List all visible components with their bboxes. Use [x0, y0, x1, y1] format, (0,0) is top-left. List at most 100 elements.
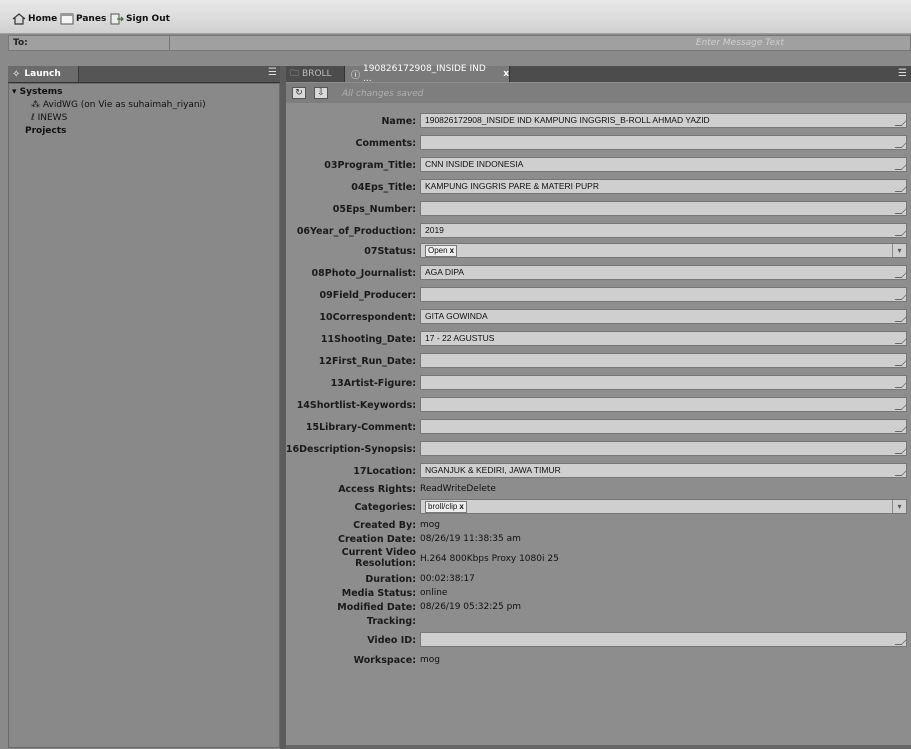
year-field[interactable]: 2019 — [420, 223, 907, 238]
creation-date-value: 08/26/19 11:38:35 am — [420, 534, 521, 544]
launch-panel-header: ✧ Launch ☰ — [8, 66, 280, 83]
close-tab-icon[interactable]: x — [503, 69, 509, 79]
comments-field[interactable] — [420, 135, 907, 150]
detail-menu-icon[interactable]: ☰ — [898, 68, 907, 79]
media-status-value: online — [420, 588, 448, 598]
video-resolution-label-line1: Current Video — [341, 547, 416, 558]
description-field[interactable] — [420, 441, 907, 456]
horizontal-scrollbar[interactable] — [286, 745, 911, 749]
remove-category-icon[interactable]: x — [459, 502, 463, 511]
refresh-button[interactable]: ↻ — [292, 87, 306, 99]
home-button[interactable]: Home — [12, 12, 57, 26]
workspace-label: Workspace: — [353, 655, 416, 666]
status-tag-label: Open — [428, 246, 448, 255]
asset-detail-panel: 🗀 BROLL ⓘ 190826172908_INSIDE IND ... x … — [286, 64, 911, 749]
artist-figure-label: 13Artist-Figure: — [330, 378, 416, 389]
launch-tab[interactable]: ✧ Launch — [8, 66, 79, 82]
save-button[interactable]: ⇩ — [314, 87, 328, 99]
year-label: 06Year_of_Production: — [296, 226, 416, 237]
category-tag: broll/clip x — [425, 501, 467, 513]
shooting-date-label: 11Shooting_Date: — [320, 334, 416, 345]
created-by-label: Created By: — [353, 520, 416, 531]
detail-toolbar: ↻ ⇩ All changes saved — [286, 83, 911, 103]
eps-title-label: 04Eps_Title: — [351, 182, 416, 193]
remove-tag-icon[interactable]: x — [450, 246, 454, 255]
correspondent-field[interactable]: GITA GOWINDA — [420, 309, 907, 324]
duration-value: 00:02:38:17 — [420, 574, 475, 584]
name-field[interactable]: 190826172908_INSIDE IND KAMPUNG INGGRIS_… — [420, 113, 907, 128]
location-label: 17Location: — [353, 466, 416, 477]
video-id-field[interactable] — [420, 632, 907, 647]
access-rights-value: ReadWriteDelete — [420, 484, 496, 494]
inews-icon: ℓ — [31, 113, 35, 123]
refresh-icon: ↻ — [295, 88, 303, 98]
eps-number-label: 05Eps_Number: — [332, 204, 416, 215]
tree-item-avidwg[interactable]: ⁂ AvidWG (on Vie as suhaimah_riyani) — [31, 100, 206, 110]
artist-figure-field[interactable] — [420, 375, 907, 390]
message-bar[interactable]: To: Enter Message Text — [8, 35, 911, 51]
video-resolution-value: H.264 800Kbps Proxy 1080i 25 — [420, 554, 559, 564]
launch-tab-label: Launch — [24, 69, 61, 79]
tracking-label: Tracking: — [366, 616, 416, 627]
avidwg-label: AvidWG (on Vie as suhaimah_riyani) — [42, 100, 206, 110]
category-tag-label: broll/clip — [428, 502, 458, 511]
eps-number-field[interactable] — [420, 201, 907, 216]
panes-button[interactable]: Panes — [60, 12, 106, 26]
shortlist-keywords-label: 14Shortlist-Keywords: — [296, 400, 416, 411]
save-icon: ⇩ — [317, 88, 325, 98]
tab-broll[interactable]: 🗀 BROLL — [286, 66, 342, 82]
launch-tree: ▾ Systems ⁂ AvidWG (on Vie as suhaimah_r… — [8, 83, 280, 748]
tree-item-inews[interactable]: ℓ INEWS — [31, 113, 67, 123]
folder-icon: 🗀 — [290, 69, 300, 79]
shortlist-keywords-field[interactable] — [420, 397, 907, 412]
tree-item-systems[interactable]: ▾ Systems — [12, 87, 63, 97]
library-comment-label: 15Library-Comment: — [305, 422, 416, 433]
message-input-placeholder[interactable]: Enter Message Text — [696, 38, 784, 48]
duration-label: Duration: — [365, 574, 416, 585]
workspace-value: mog — [420, 655, 440, 665]
status-label: 07Status: — [364, 246, 416, 257]
correspondent-label: 10Correspondent: — [319, 312, 416, 323]
video-resolution-label: Current Video Resolution: — [342, 547, 416, 569]
shooting-date-field[interactable]: 17 - 22 AGUSTUS — [420, 331, 907, 346]
photo-journalist-label: 08Photo_Journalist: — [311, 268, 416, 279]
sign-out-button[interactable]: Sign Out — [110, 12, 170, 26]
chevron-down-icon[interactable]: ▾ — [892, 244, 906, 257]
access-rights-label: Access Rights: — [338, 484, 416, 495]
first-run-date-field[interactable] — [420, 353, 907, 368]
library-comment-field[interactable] — [420, 419, 907, 434]
categories-select[interactable]: broll/clip x ▾ — [420, 499, 907, 514]
tab-asset-label: 190826172908_INSIDE IND ... — [363, 64, 486, 84]
to-label: To: — [13, 38, 28, 48]
description-label: 16Description-Synopsis: — [285, 444, 416, 455]
sign-out-icon — [110, 13, 124, 25]
panes-label: Panes — [76, 14, 107, 24]
field-producer-field[interactable] — [420, 287, 907, 302]
created-by-value: mog — [420, 520, 440, 530]
media-status-label: Media Status: — [341, 588, 416, 599]
panel-menu-icon[interactable]: ☰ — [268, 68, 278, 78]
expand-arrow-icon[interactable]: ▾ — [12, 87, 17, 97]
location-field[interactable]: NGANJUK & KEDIRI, JAWA TIMUR — [420, 463, 907, 478]
categories-chevron-down-icon[interactable]: ▾ — [892, 500, 906, 513]
video-id-label: Video ID: — [367, 635, 416, 646]
top-toolbar: Home Panes Sign Out — [0, 0, 911, 34]
tree-item-projects[interactable]: Projects — [25, 126, 66, 136]
eps-title-field[interactable]: KAMPUNG INGGRIS PARE & MATERI PUPR — [420, 179, 907, 194]
tab-asset[interactable]: ⓘ 190826172908_INSIDE IND ... x — [344, 64, 510, 84]
modified-date-label: Modified Date: — [337, 602, 416, 613]
avidwg-icon: ⁂ — [31, 100, 40, 110]
info-icon: ⓘ — [351, 70, 361, 81]
home-label: Home — [28, 14, 58, 24]
status-select[interactable]: Open x ▾ — [420, 243, 907, 258]
video-resolution-label-line2: Resolution: — [355, 558, 416, 569]
status-tag: Open x — [425, 245, 458, 257]
field-producer-label: 09Field_Producer: — [319, 290, 416, 301]
systems-label: Systems — [19, 87, 63, 97]
modified-date-value: 08/26/19 05:32:25 pm — [420, 602, 522, 612]
creation-date-label: Creation Date: — [338, 534, 416, 545]
metadata-form: Name: 190826172908_INSIDE IND KAMPUNG IN… — [286, 106, 911, 746]
program-title-label: 03Program_Title: — [324, 160, 416, 171]
photo-journalist-field[interactable]: AGA DIPA — [420, 265, 907, 280]
program-title-field[interactable]: CNN INSIDE INDONESIA — [420, 157, 907, 172]
